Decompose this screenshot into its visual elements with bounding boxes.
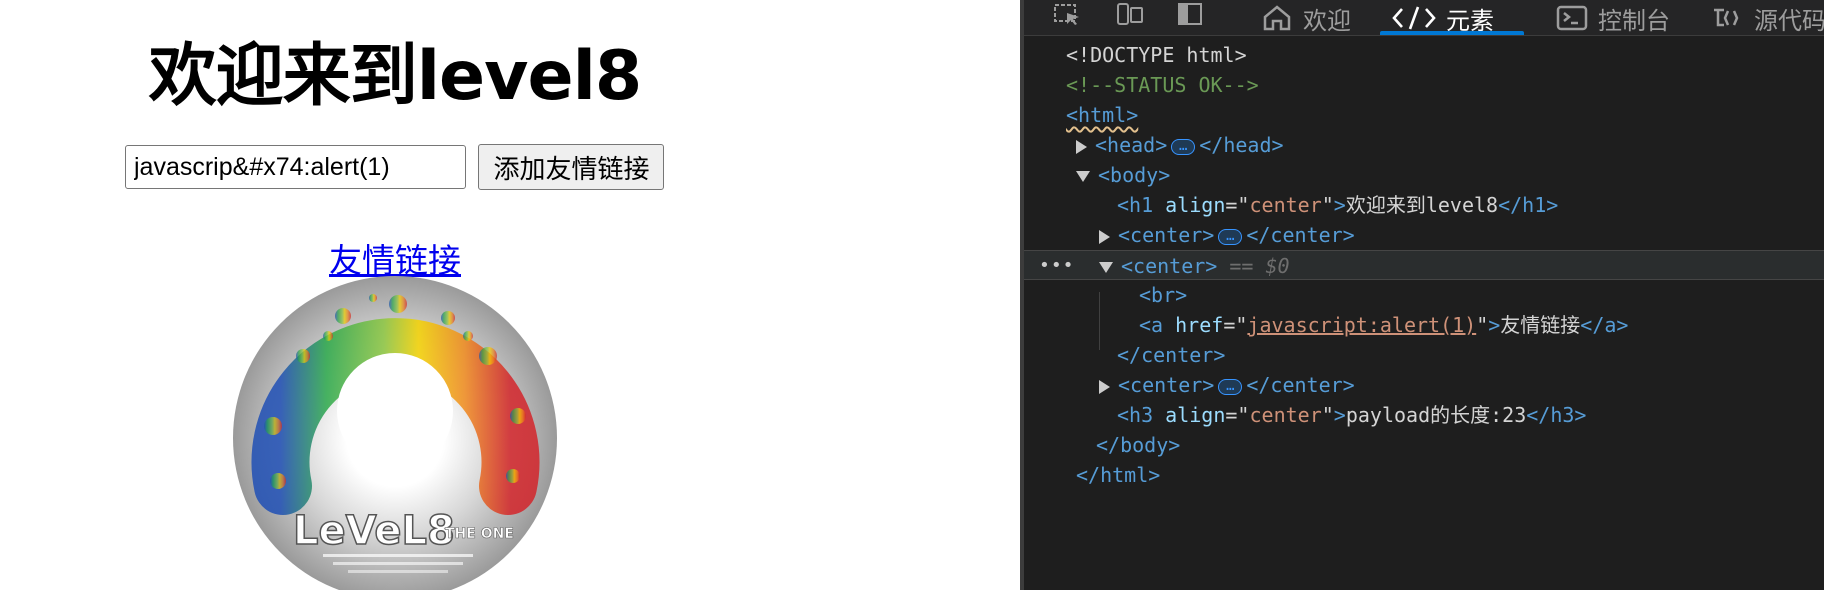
h1-close-tag: </h1> [1498,193,1559,217]
node-center-close[interactable]: </center> [1024,340,1824,370]
a-text: 友情链接 [1500,313,1581,337]
friend-link[interactable]: 友情链接 [329,241,461,280]
center-close-tag: </center> [1246,373,1355,397]
a-close-tag: </a> [1580,313,1629,337]
body-open-tag: <body> [1098,163,1171,187]
h1-attr-value: center [1249,193,1322,217]
elements-code-icon [1392,6,1436,30]
head-open-tag: <head> [1095,133,1168,157]
node-center-2[interactable]: <center>… </center> [1024,370,1824,400]
node-br[interactable]: <br> [1024,280,1824,310]
tab-welcome[interactable]: 欢迎 [1249,0,1363,35]
selected-marker: == $0 [1229,254,1290,278]
console-icon [1556,5,1588,31]
h3-attr-value: center [1249,403,1322,427]
h1-attr-name: align [1165,193,1226,217]
node-h3[interactable]: <h3 align="center">payload的长度:23</h3> [1024,400,1824,430]
node-h1[interactable]: <h1 align="center">欢迎来到level8</h1> [1024,190,1824,220]
link-input[interactable] [125,145,466,189]
node-comment[interactable]: <!--STATUS OK--> [1024,70,1824,100]
node-center-selected[interactable]: ••• <center> == $0 [1024,250,1824,280]
ellipsis-icon[interactable]: … [1218,378,1243,395]
a-tag: <a [1139,313,1164,337]
node-html-close[interactable]: </html> [1024,460,1824,490]
tab-sources[interactable]: 源代码 [1700,0,1824,35]
add-link-button[interactable]: 添加友情链接 [478,144,665,190]
center-open-tag: <center> [1118,373,1215,397]
node-head[interactable]: <head>… </head> [1024,130,1824,160]
node-a[interactable]: <a href="javascript:alert(1)">友情链接</a> [1024,310,1824,340]
friend-link-container: 友情链接 [0,234,790,282]
web-page: 欢迎来到level8 添加友情链接 友情链接 [0,0,1020,590]
node-body-close[interactable]: </body> [1024,430,1824,460]
center-open-tag: <center> [1121,254,1218,278]
a-href-value[interactable]: javascript:alert(1) [1247,313,1476,337]
h3-tag: <h3 [1117,403,1154,427]
body-close-tag: </body> [1096,433,1181,457]
doctype-text: <!DOCTYPE html> [1066,43,1247,67]
disc-subtitle: THE ONE [445,526,514,542]
dock-side-icon[interactable] [1170,0,1210,28]
h1-tag: <h1 [1117,193,1154,217]
expand-triangle-icon[interactable] [1076,139,1087,154]
collapse-triangle-icon[interactable] [1099,262,1113,273]
sources-icon [1714,8,1739,27]
center-open-tag: <center> [1118,223,1215,247]
device-emulation-icon[interactable] [1110,0,1150,28]
center-close-tag: </center> [1246,223,1355,247]
disc-title: LeVeL8 [293,508,455,554]
html-open-tag: <html> [1066,103,1139,127]
node-body[interactable]: <body> [1024,160,1824,190]
tab-welcome-label: 欢迎 [1303,6,1351,35]
head-close-tag: </head> [1199,133,1284,157]
h3-attr-name: align [1165,403,1226,427]
node-doctype[interactable]: <!DOCTYPE html> [1024,40,1824,70]
center-close-tag: </center> [1117,343,1226,367]
node-center-1[interactable]: <center>… </center> [1024,220,1824,250]
devtools-panel: 欢迎 元素 控制台 源代码 <!DOCTYPE html> <!--STATUS… [1020,0,1824,590]
inspect-element-icon[interactable] [1048,0,1088,28]
link-form: 添加友情链接 [125,144,665,190]
node-html[interactable]: <html> [1024,100,1824,130]
devtools-tabbar: 欢迎 元素 控制台 源代码 [1024,0,1824,36]
tab-console[interactable]: 控制台 [1544,0,1682,35]
tab-elements-label: 元素 [1446,6,1494,35]
tab-console-label: 控制台 [1598,6,1670,35]
a-attr-name: href [1175,313,1224,337]
html-close-tag: </html> [1076,463,1161,487]
h1-text: 欢迎来到level8 [1345,193,1499,217]
expand-triangle-icon[interactable] [1099,379,1110,394]
ellipsis-icon[interactable]: … [1171,138,1196,155]
br-tag: <br> [1139,283,1188,307]
more-options-icon[interactable]: ••• [1039,251,1075,281]
home-icon [1263,5,1291,31]
tree-guide-line [1099,292,1100,350]
page-heading: 欢迎来到level8 [148,37,643,116]
h3-text: payload的长度:23 [1345,403,1527,427]
level8-disc-image: LeVeL8 THE ONE [233,276,557,590]
expand-triangle-icon[interactable] [1099,229,1110,244]
ellipsis-icon[interactable]: … [1218,228,1243,245]
tab-elements[interactable]: 元素 [1380,0,1524,35]
h3-close-tag: </h3> [1526,403,1587,427]
tab-sources-label: 源代码 [1754,6,1824,35]
comment-text: <!--STATUS OK--> [1066,73,1259,97]
collapse-triangle-icon[interactable] [1076,171,1090,182]
